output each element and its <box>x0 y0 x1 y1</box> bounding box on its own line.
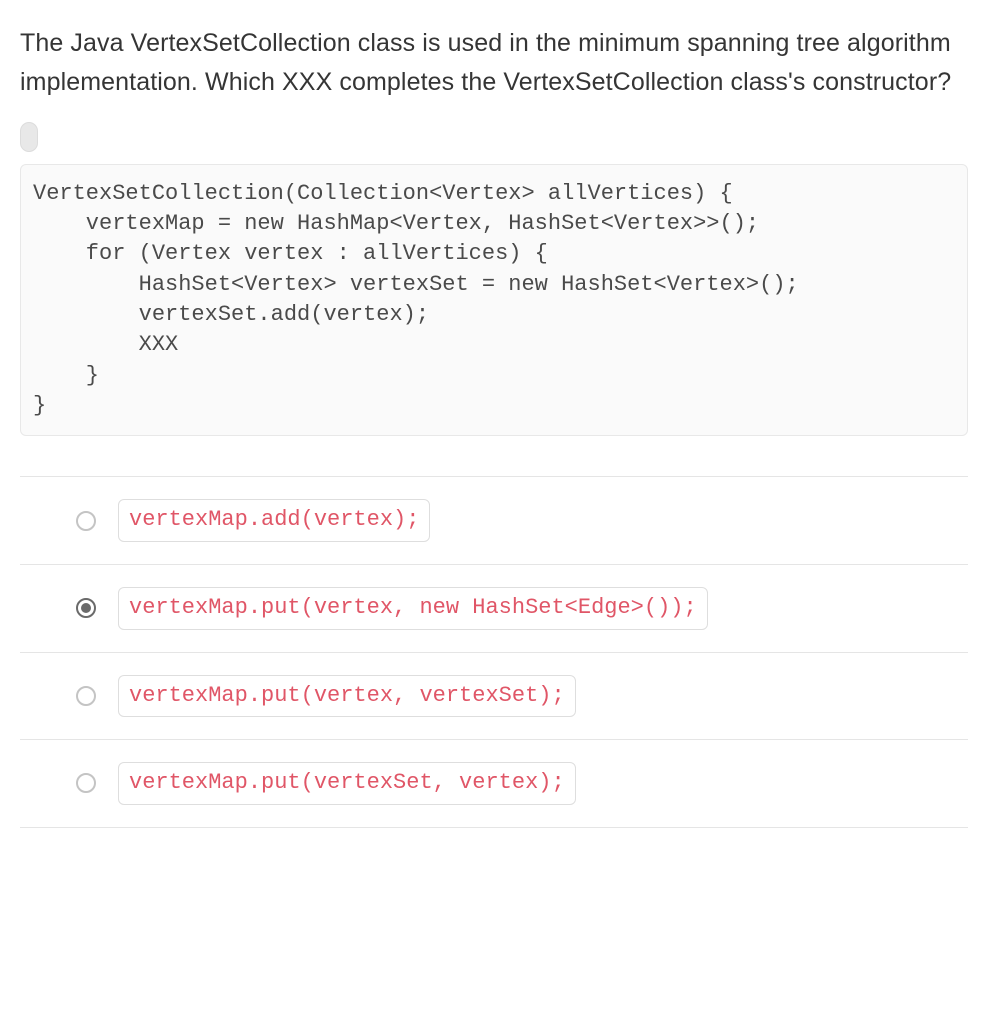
scroll-pill <box>20 122 38 152</box>
option-code: vertexMap.put(vertexSet, vertex); <box>118 762 576 805</box>
radio-unselected-icon[interactable] <box>76 773 96 793</box>
option-row[interactable]: vertexMap.add(vertex); <box>20 476 968 564</box>
option-row[interactable]: vertexMap.put(vertexSet, vertex); <box>20 739 968 828</box>
option-code: vertexMap.put(vertex, new HashSet<Edge>(… <box>118 587 708 630</box>
option-code: vertexMap.put(vertex, vertexSet); <box>118 675 576 718</box>
question-text: The Java VertexSetCollection class is us… <box>20 24 968 102</box>
option-row[interactable]: vertexMap.put(vertex, vertexSet); <box>20 652 968 740</box>
option-code: vertexMap.add(vertex); <box>118 499 430 542</box>
options-list: vertexMap.add(vertex); vertexMap.put(ver… <box>20 476 968 827</box>
code-content: VertexSetCollection(Collection<Vertex> a… <box>33 179 955 422</box>
code-block: VertexSetCollection(Collection<Vertex> a… <box>20 164 968 437</box>
radio-unselected-icon[interactable] <box>76 511 96 531</box>
radio-selected-icon[interactable] <box>76 598 96 618</box>
radio-unselected-icon[interactable] <box>76 686 96 706</box>
scroll-indicator <box>20 122 968 152</box>
option-row[interactable]: vertexMap.put(vertex, new HashSet<Edge>(… <box>20 564 968 652</box>
